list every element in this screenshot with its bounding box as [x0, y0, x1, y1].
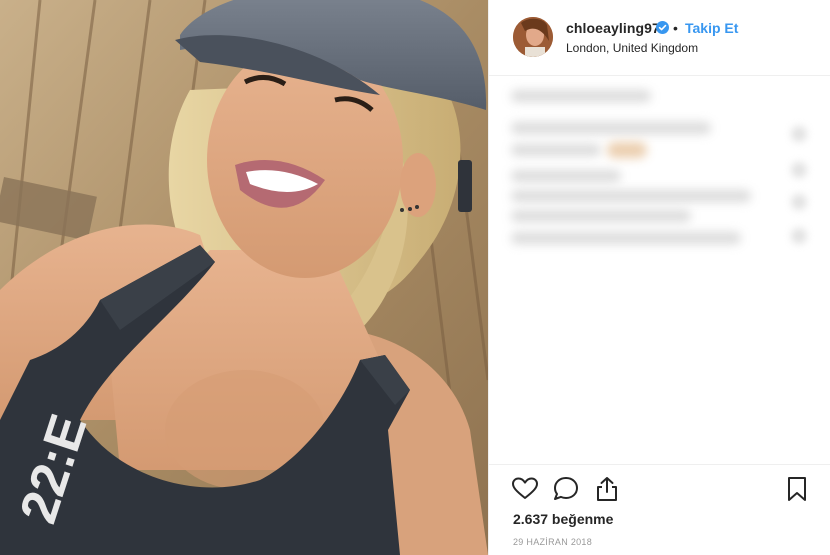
blurred-heart-icon [791, 126, 807, 142]
post-date: 29 HAZİRAN 2018 [513, 537, 593, 547]
avatar[interactable] [513, 17, 553, 57]
bookmark-icon[interactable] [783, 475, 811, 503]
blurred-comment [511, 90, 651, 102]
like-heart-icon[interactable] [511, 475, 539, 503]
follow-button[interactable]: Takip Et [685, 20, 738, 36]
likes-count[interactable]: 2.637 beğenme [513, 511, 613, 527]
blurred-heart-icon [791, 162, 807, 178]
blurred-comment [511, 144, 601, 156]
avatar-image [513, 17, 553, 57]
blurred-emoji [607, 142, 647, 158]
blurred-comment [511, 170, 621, 182]
separator-dot: • [673, 20, 678, 36]
blurred-heart-icon [791, 228, 807, 244]
blurred-comment [511, 122, 711, 134]
location-link[interactable]: London, United Kingdom [566, 41, 698, 55]
username-link[interactable]: chloeayling97 [566, 20, 660, 36]
blurred-heart-icon [791, 194, 807, 210]
post-sidebar: chloeayling97 • Takip Et London, United … [488, 0, 830, 555]
post-header: chloeayling97 • Takip Et London, United … [489, 0, 830, 76]
comment-bubble-icon[interactable] [552, 475, 580, 503]
instagram-post: 22:E chloeayling97 • Takip Et London, Un… [0, 0, 830, 555]
share-icon[interactable] [593, 475, 621, 503]
comments-section-blurred [489, 78, 830, 463]
selfie-image: 22:E [0, 0, 488, 555]
action-bar: 2.637 beğenme 29 HAZİRAN 2018 [489, 464, 830, 555]
verified-badge-icon [656, 21, 669, 34]
blurred-comment [511, 232, 741, 244]
blurred-comment [511, 190, 751, 202]
blurred-comment [511, 210, 691, 222]
post-photo[interactable]: 22:E [0, 0, 488, 555]
